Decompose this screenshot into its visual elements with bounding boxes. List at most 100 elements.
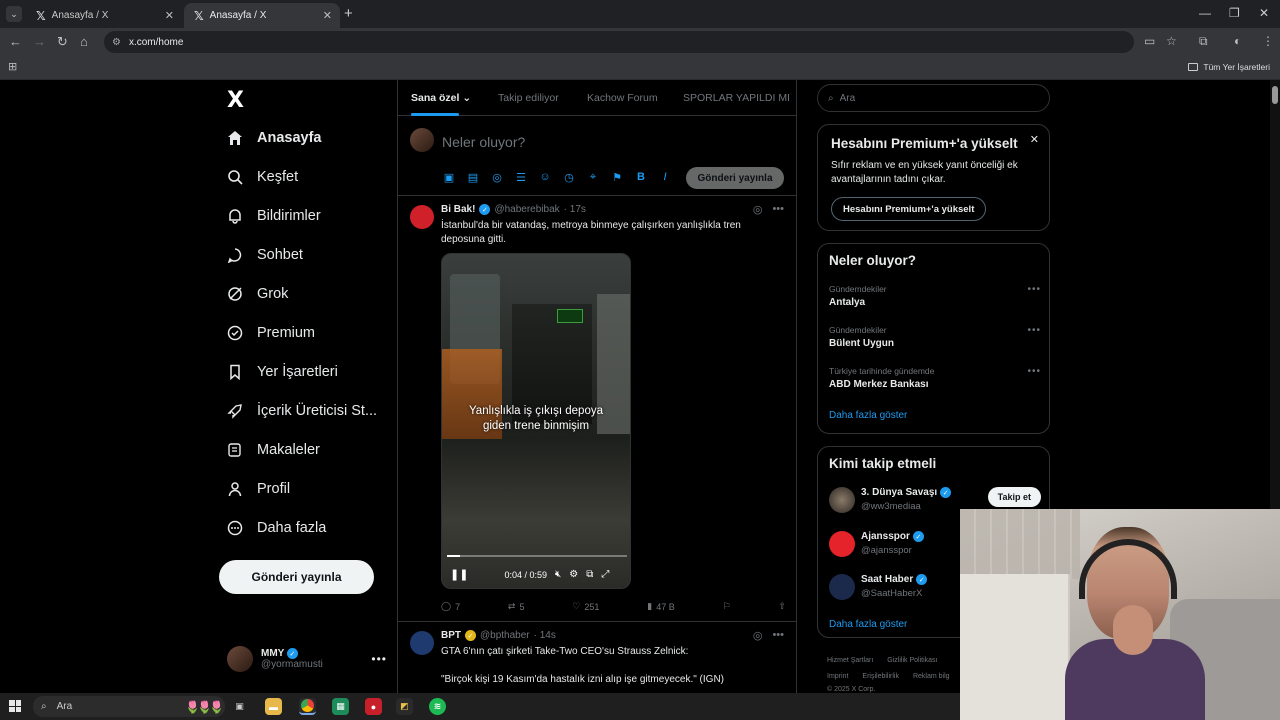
new-tab-button[interactable]: + <box>344 5 353 22</box>
italic-icon[interactable]: I <box>658 171 672 184</box>
tweet[interactable]: BPT ✓ @bpthaber · 14s ◎ ••• GTA 6'nın ça… <box>398 622 796 693</box>
grok-icon[interactable]: ◎ <box>753 203 763 216</box>
browser-tab-1[interactable]: 𝕏 Anasayfa / X ✕ <box>26 3 182 28</box>
tab-search-button[interactable]: ⌄ <box>6 6 22 22</box>
apps-grid-icon[interactable]: ⊞ <box>8 60 17 73</box>
tab-sporlar[interactable]: SPORLAR YAPILDI MI <box>683 92 790 104</box>
window-close-icon[interactable]: ✕ <box>1259 6 1269 20</box>
site-info-icon[interactable]: ⚙ <box>112 37 121 48</box>
restore-icon[interactable]: ❐ <box>1229 6 1240 20</box>
views-button[interactable]: ▮ 47 B <box>647 601 674 612</box>
menu-kebab-icon[interactable]: ⋮ <box>1262 34 1274 48</box>
tweet[interactable]: Bi Bak! ✓ @haberebibak · 17s ◎ ••• İstan… <box>398 196 796 622</box>
more-dots-icon[interactable]: ••• <box>772 203 784 216</box>
home-icon[interactable]: ⌂ <box>80 34 88 49</box>
footer-link[interactable]: Erişilebilirlik <box>862 673 899 680</box>
chrome-icon[interactable] <box>299 698 316 715</box>
reload-icon[interactable]: ↻ <box>57 34 68 50</box>
bookmark-button[interactable]: ⚐ <box>723 601 731 612</box>
follow-button[interactable]: Takip et <box>987 487 1041 507</box>
nav-item-home[interactable]: Anasayfa <box>227 130 321 146</box>
address-bar[interactable]: ⚙ x.com/home <box>104 31 1134 53</box>
nav-item-profile[interactable]: Profil <box>227 481 290 497</box>
trend-item[interactable]: Türkiye tarihinde gündemde ABD Merkez Ba… <box>829 366 1041 390</box>
all-bookmarks[interactable]: Tüm Yer İşaretleri <box>1188 62 1270 72</box>
tweet-time[interactable]: · 14s <box>534 630 556 641</box>
footer-link[interactable]: Hizmet Şartları <box>827 657 873 664</box>
emoji-icon[interactable]: ☺ <box>538 171 552 184</box>
trends-show-more-link[interactable]: Daha fazla göster <box>829 410 907 421</box>
gif-icon[interactable]: ▤ <box>466 171 480 184</box>
extensions-icon[interactable]: ⧉ <box>1199 34 1208 49</box>
author-handle[interactable]: @haberebibak <box>494 204 559 215</box>
nav-item-bookmarks[interactable]: Yer İşaretleri <box>227 364 338 380</box>
poll-icon[interactable]: ☰ <box>514 171 528 184</box>
repost-button[interactable]: ⇄ 5 <box>508 601 525 612</box>
nav-item-grok[interactable]: Grok <box>227 286 288 302</box>
browser-tab-2[interactable]: 𝕏 Anasayfa / X ✕ <box>184 3 340 28</box>
more-dots-icon[interactable]: ••• <box>1027 366 1041 377</box>
cast-icon[interactable]: ▭ <box>1144 34 1155 48</box>
reply-button[interactable]: ◯ 7 <box>441 601 460 612</box>
nav-item-creator-studio[interactable]: İçerik Üreticisi St... <box>227 403 377 419</box>
close-tab-icon[interactable]: ✕ <box>323 9 332 22</box>
app-icon[interactable]: ◩ <box>396 698 413 715</box>
taskbar-search[interactable]: ⌕ Ara 🌷🌷🌷 <box>33 696 225 717</box>
file-explorer-icon[interactable]: ▬ <box>265 698 282 715</box>
app-icon[interactable]: ● <box>365 698 382 715</box>
post-button[interactable]: Gönderi yayınla <box>219 560 374 594</box>
tab-following[interactable]: Takip ediliyor <box>498 92 559 104</box>
more-dots-icon[interactable]: ••• <box>1027 325 1041 336</box>
more-dots-icon[interactable]: ••• <box>1027 284 1041 295</box>
fullscreen-icon[interactable]: ⤢ <box>601 569 609 580</box>
tab-for-you[interactable]: Sana özel ⌄ <box>411 92 471 116</box>
footer-link[interactable]: Imprint <box>827 673 848 680</box>
app-icon[interactable]: ▦ <box>332 698 349 715</box>
image-icon[interactable]: ▣ <box>442 171 456 184</box>
profile-icon[interactable]: ◐ <box>1234 34 1241 48</box>
trend-item[interactable]: Gündemdekiler Antalya ••• <box>829 284 1041 308</box>
forward-arrow-icon[interactable]: → <box>33 34 46 49</box>
nav-item-chat[interactable]: Sohbet <box>227 247 303 263</box>
task-view-icon[interactable]: ▣ <box>231 698 248 715</box>
tab-kachow-forum[interactable]: Kachow Forum <box>587 92 658 104</box>
author-name[interactable]: Bi Bak! <box>441 204 475 215</box>
author-handle[interactable]: @bpthaber <box>480 630 530 641</box>
close-tab-icon[interactable]: ✕ <box>165 9 174 22</box>
premium-upgrade-button[interactable]: Hesabını Premium+'a yükselt <box>831 197 987 221</box>
bold-icon[interactable]: B <box>634 171 648 184</box>
pause-icon[interactable]: ❚❚ <box>450 568 468 581</box>
scrollbar-thumb[interactable] <box>1272 86 1278 104</box>
schedule-icon[interactable]: ◷ <box>562 171 576 184</box>
like-button[interactable]: ♡ 251 <box>572 601 599 612</box>
more-dots-icon[interactable]: ••• <box>371 652 387 666</box>
nav-item-more[interactable]: Daha fazla <box>227 520 326 536</box>
back-arrow-icon[interactable]: ← <box>9 34 22 49</box>
video-player[interactable]: Yanlışlıkla iş çıkışı depoya giden trene… <box>441 253 631 589</box>
grok-icon[interactable]: ◎ <box>753 629 763 642</box>
close-icon[interactable]: ✕ <box>1030 133 1039 146</box>
nav-item-explore[interactable]: Keşfet <box>227 169 298 185</box>
windows-start-icon[interactable] <box>9 700 21 712</box>
compose-input[interactable]: Neler oluyor? <box>442 134 525 150</box>
settings-gear-icon[interactable]: ⚙ <box>569 569 578 580</box>
author-name[interactable]: BPT <box>441 630 461 641</box>
grok-icon[interactable]: ◎ <box>490 171 504 184</box>
account-switcher[interactable]: MMY ✓ @yormamusti ••• <box>227 646 387 672</box>
trend-item[interactable]: Gündemdekiler Bülent Uygun ••• <box>829 325 1041 349</box>
search-input[interactable]: ⌕ Ara <box>817 84 1050 112</box>
nav-item-premium[interactable]: Premium <box>227 325 315 341</box>
tweet-time[interactable]: · 17s <box>564 204 586 215</box>
minimize-icon[interactable]: — <box>1199 6 1211 20</box>
flag-icon[interactable]: ⚑ <box>610 171 624 184</box>
mute-icon[interactable]: 🔇︎ <box>555 569 561 580</box>
star-icon[interactable]: ☆ <box>1166 34 1177 48</box>
video-progress-bar[interactable] <box>447 555 627 557</box>
location-icon[interactable]: ⌖ <box>586 171 600 184</box>
x-logo-icon[interactable]: X <box>227 88 244 113</box>
nav-item-notifications[interactable]: Bildirimler <box>227 208 321 224</box>
nav-item-articles[interactable]: Makaleler <box>227 442 320 458</box>
more-dots-icon[interactable]: ••• <box>772 629 784 642</box>
follow-show-more-link[interactable]: Daha fazla göster <box>829 619 907 630</box>
footer-link[interactable]: Gizlilik Politikası <box>887 657 937 664</box>
